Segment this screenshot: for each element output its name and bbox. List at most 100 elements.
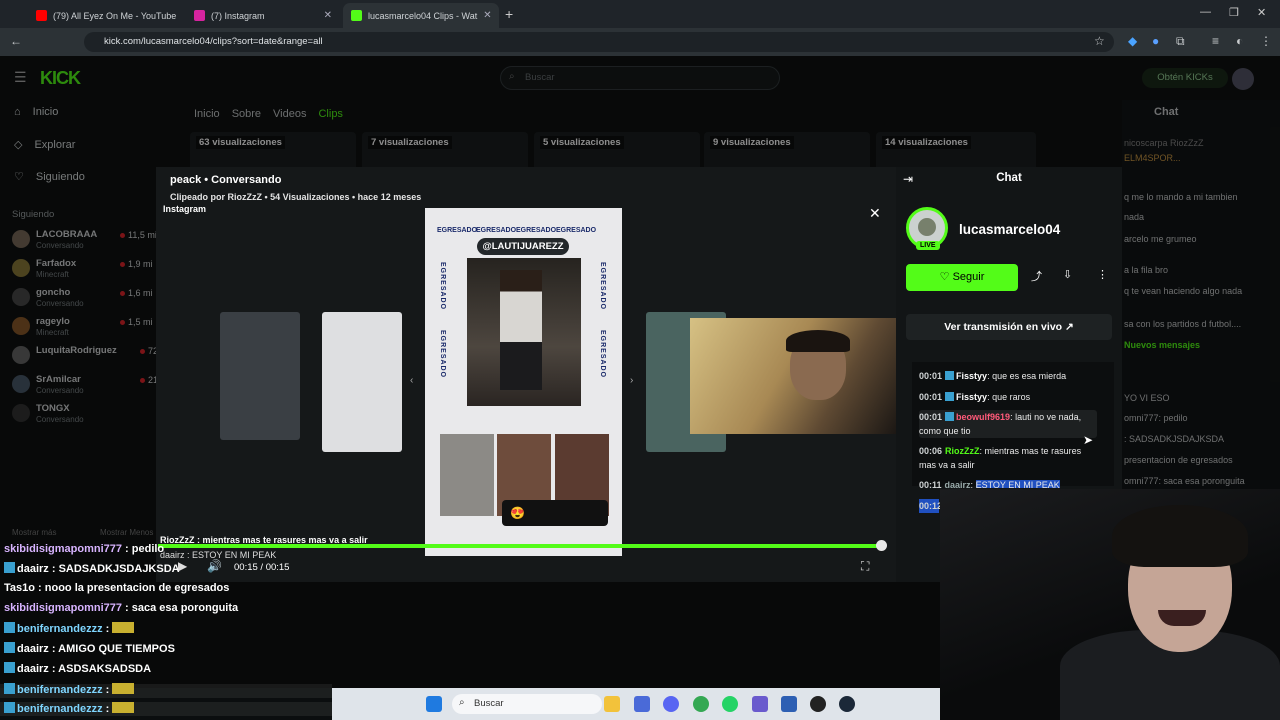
tab-kick[interactable]: lucasmarcelo04 Clips - Wat ✕ (343, 3, 499, 28)
badge-icon (945, 412, 955, 421)
story-text: EGRESADO (516, 227, 557, 234)
badge-icon (4, 642, 15, 653)
webcam-person-hair (1112, 505, 1248, 567)
media-icon[interactable]: ≡ (1212, 34, 1219, 48)
chevron-left-icon[interactable]: ‹ (410, 375, 413, 386)
emote-icon (112, 622, 135, 633)
video-time: 00:15 / 00:15 (234, 562, 290, 573)
puzzle-icon[interactable]: ⧉ (1176, 34, 1185, 49)
story-text: EGRESADO (599, 330, 606, 379)
url-text: kick.com/lucasmarcelo04/clips?sort=date&… (104, 36, 323, 47)
story-thumbnail[interactable] (220, 312, 300, 440)
badge-icon (945, 371, 955, 380)
badge-icon (4, 662, 15, 673)
badge-icon (4, 683, 15, 694)
steam-icon[interactable] (839, 696, 855, 712)
window-close-button[interactable]: ✕ (1257, 6, 1266, 19)
chat-message: 00:01 Fisstyy: que raros (919, 392, 1031, 402)
chat-message: 00:12 (919, 499, 943, 513)
taskbar-search-label: Buscar (474, 698, 504, 709)
story-text: EGRESADO (556, 227, 597, 234)
badge-icon (4, 622, 15, 633)
more-icon[interactable]: ⋮ (1097, 268, 1108, 281)
kick-icon (351, 10, 362, 21)
overlay-chat-line: daairz : ASDSAKSADSDA (4, 662, 151, 675)
overlay-chat-line: Tas1o : nooo la presentacion de egresado… (4, 582, 230, 594)
close-icon[interactable]: ✕ (869, 205, 881, 222)
story-text: EGRESADO (599, 262, 606, 311)
chat-header: Chat (996, 172, 1022, 184)
app-icon[interactable] (752, 696, 768, 712)
story-tag: @LAUTIJUAREZZ (477, 238, 569, 255)
chevron-right-icon[interactable]: › (630, 375, 633, 386)
file-explorer-icon[interactable] (604, 696, 620, 712)
progress-bar[interactable] (158, 544, 882, 548)
overlay-chat-line: skibidisigmapomni777 : pedilo (4, 543, 165, 555)
fullscreen-icon[interactable]: ⛶ (861, 559, 869, 574)
app-icon[interactable] (781, 696, 797, 712)
story-text: EGRESADO (439, 330, 446, 379)
windows-start-icon[interactable] (426, 696, 442, 712)
facecam-person-hair (786, 330, 850, 352)
follow-label: Seguir (952, 271, 985, 283)
app-icon[interactable] (810, 696, 826, 712)
watch-live-label: Ver transmisión en vivo (944, 321, 1063, 333)
address-bar[interactable]: kick.com/lucasmarcelo04/clips?sort=date&… (84, 32, 1114, 52)
chat-message: 00:11 daairz: ESTOY EN MI PEAK (919, 480, 1060, 488)
story-thumbnail[interactable] (322, 312, 402, 452)
overlay-chat-line: daairz : SADSADKJSDAJKSDA (4, 562, 180, 575)
channel-name[interactable]: lucasmarcelo04 (959, 222, 1060, 237)
clip-title: peack • Conversando (170, 174, 282, 186)
browser-tab-bar: (79) All Eyez On Me - YouTube ✕ (7) Inst… (0, 0, 1280, 28)
overlay-chat-line: daairz : AMIGO QUE TIEMPOS (4, 642, 175, 655)
clip-subtitle: Clipeado por RiozZzZ • 54 Visualizacione… (170, 192, 422, 202)
profile-icon[interactable]: ◐ (1236, 34, 1243, 48)
instagram-label: Instagram (163, 204, 207, 214)
instagram-icon (194, 10, 205, 21)
volume-icon[interactable]: 🔊 (207, 559, 222, 573)
tab-youtube[interactable]: (79) All Eyez On Me - YouTube ✕ (28, 3, 182, 28)
chat-message: 00:06 RiozZzZ: mientras mas te rasures ma… (919, 446, 1082, 470)
chat-message: 00:01 Fisstyy: que es esa mierda (919, 371, 1067, 381)
emoji-slider: 😍 (502, 500, 608, 526)
discord-icon[interactable] (663, 696, 679, 712)
youtube-icon (36, 10, 47, 21)
extension-icon[interactable]: ● (1152, 34, 1159, 48)
mouse-cursor: ➤ (1083, 433, 1094, 447)
emote-icon (112, 683, 135, 694)
badge-icon (945, 392, 955, 401)
taskbar-search[interactable]: Buscar (452, 694, 602, 714)
close-icon[interactable]: ✕ (483, 10, 491, 21)
share-icon[interactable]: ⤴ (1031, 268, 1042, 284)
live-badge: LIVE (916, 241, 940, 250)
close-icon[interactable]: ✕ (324, 10, 332, 21)
overlay-chat-line: benifernandezzz : (4, 702, 136, 715)
progress-handle[interactable] (876, 540, 887, 551)
overlay-chat-line: benifernandezzz : (4, 622, 136, 635)
menu-icon[interactable]: ⋮ (1260, 34, 1272, 48)
back-icon[interactable]: ← (10, 34, 22, 48)
overlay-chat-line: benifernandezzz : (4, 683, 136, 696)
extension-icon[interactable]: ◆ (1128, 34, 1137, 48)
badge-icon (4, 562, 15, 573)
badge-icon (4, 702, 15, 713)
bookmark-star-icon[interactable]: ☆ (1094, 34, 1105, 48)
chrome-icon[interactable] (693, 696, 709, 712)
story-text: EGRESADO (437, 227, 478, 234)
tab-label: (79) All Eyez On Me - YouTube (53, 10, 177, 21)
download-icon[interactable]: ⇩ (1063, 268, 1072, 281)
tab-instagram[interactable]: (7) Instagram ✕ (186, 3, 340, 28)
new-tab-button[interactable]: + (505, 6, 513, 22)
minimize-button[interactable]: — (1200, 6, 1211, 18)
follow-button[interactable]: ♡ Seguir (906, 264, 1018, 291)
whatsapp-icon[interactable] (722, 696, 738, 712)
story-text: EGRESADO (476, 227, 517, 234)
search-icon: ⌕ (459, 697, 465, 708)
watch-live-button[interactable]: Ver transmisión en vivo ↗ (906, 314, 1112, 340)
chat-message: 00:01 beowulf9619: lauti no ve nada, como… (919, 410, 1097, 438)
app-icon[interactable] (634, 696, 650, 712)
restore-button[interactable]: ❐ (1229, 6, 1239, 19)
address-bar-row: ← kick.com/lucasmarcelo04/clips?sort=dat… (0, 28, 1280, 56)
story-photo (440, 434, 494, 516)
story-text: EGRESADO (439, 262, 446, 311)
